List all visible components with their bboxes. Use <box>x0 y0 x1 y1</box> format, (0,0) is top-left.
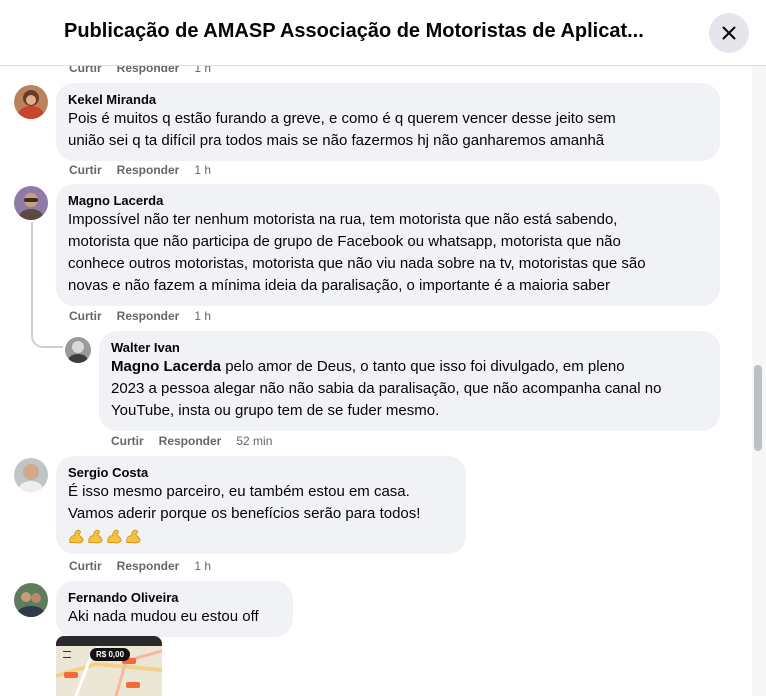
comment-text-line: união sei q ta difícil pra todos mais se… <box>68 132 605 149</box>
map-screenshot <box>56 636 162 696</box>
comment-time[interactable]: 1 h <box>194 309 211 323</box>
comment-actions: Curtir Responder 1 h <box>69 559 211 573</box>
comment-text-line: YouTube, insta ou grupo tem de se fuder … <box>111 402 440 419</box>
fare-badge: R$ 0,00 <box>90 648 131 661</box>
thread-line <box>31 222 33 326</box>
comment-actions: Curtir Responder 52 min <box>111 434 272 448</box>
comment-bubble: Sergio Costa É isso mesmo parceiro, eu t… <box>56 456 466 554</box>
comment-text-line: 2023 a pessoa alegar não não sabia da pa… <box>111 380 662 397</box>
reply-button[interactable]: Responder <box>117 309 180 323</box>
comment-text-line: Vamos aderir porque os benefícios serão … <box>68 505 421 522</box>
scrollbar-thumb[interactable] <box>754 365 762 451</box>
comment-text-line: Impossível não ter nenhum motorista na r… <box>68 211 618 228</box>
mention-link[interactable]: Magno Lacerda <box>111 358 221 375</box>
like-button[interactable]: Curtir <box>69 559 102 573</box>
comment-author[interactable]: Sergio Costa <box>68 464 454 481</box>
dialog-header: Publicação de AMASP Associação de Motori… <box>0 0 766 66</box>
comment-text-line: motorista que não participa de grupo de … <box>68 233 621 250</box>
comment-image-attachment[interactable]: R$ 0,00 <box>56 636 162 696</box>
comment-time[interactable]: 1 h <box>194 559 211 573</box>
avatar[interactable] <box>14 583 48 617</box>
flexed-biceps-emoji <box>88 529 103 544</box>
comment-bubble: Magno Lacerda Impossível não ter nenhum … <box>56 184 720 306</box>
comment-text-line: Aki nada mudou eu estou off <box>68 608 259 625</box>
comment-author[interactable]: Fernando Oliveira <box>68 589 281 606</box>
flexed-biceps-emoji <box>69 529 84 544</box>
comment-bubble: Kekel Miranda Pois é muitos q estão fura… <box>56 83 720 161</box>
thread-connector <box>31 322 63 348</box>
comment-bubble: Fernando Oliveira Aki nada mudou eu esto… <box>56 581 293 637</box>
comment-text-line: novas e não fazem a mínima ideia da para… <box>68 277 610 294</box>
comment-text-line: É isso mesmo parceiro, eu também estou e… <box>68 483 410 500</box>
dialog-title: Publicação de AMASP Associação de Motori… <box>64 20 644 42</box>
comment-text-line: conhece outros motoristas, motorista que… <box>68 255 646 272</box>
comment-text-fragment: pelo amor de Deus, o tanto que isso foi … <box>221 358 625 375</box>
avatar[interactable] <box>65 337 91 363</box>
emoji-row <box>68 527 454 545</box>
reply-bubble: Walter Ivan Magno Lacerda pelo amor de D… <box>99 331 720 431</box>
comment-author[interactable]: Walter Ivan <box>111 339 708 356</box>
avatar[interactable] <box>14 458 48 492</box>
comment-author[interactable]: Magno Lacerda <box>68 192 708 209</box>
like-button[interactable]: Curtir <box>111 434 144 448</box>
comment-time[interactable]: 1 h <box>194 163 211 177</box>
comment-actions: Curtir Responder 1 h <box>69 309 211 323</box>
reply-button[interactable]: Responder <box>159 434 222 448</box>
avatar[interactable] <box>14 85 48 119</box>
comment-text-line: Magno Lacerda pelo amor de Deus, o tanto… <box>111 356 708 378</box>
like-button[interactable]: Curtir <box>69 309 102 323</box>
like-button[interactable]: Curtir <box>69 163 102 177</box>
menu-icon <box>63 651 71 658</box>
comment-time[interactable]: 52 min <box>236 434 272 448</box>
close-icon <box>722 26 736 40</box>
reply-button[interactable]: Responder <box>117 559 180 573</box>
comment-text-line: Pois é muitos q estão furando a greve, e… <box>68 110 616 127</box>
comment-actions: Curtir Responder 1 h <box>69 163 211 177</box>
flexed-biceps-emoji <box>126 529 141 544</box>
close-button[interactable] <box>709 13 749 53</box>
comment-author[interactable]: Kekel Miranda <box>68 91 708 108</box>
reply-button[interactable]: Responder <box>117 163 180 177</box>
avatar[interactable] <box>14 186 48 220</box>
flexed-biceps-emoji <box>107 529 122 544</box>
